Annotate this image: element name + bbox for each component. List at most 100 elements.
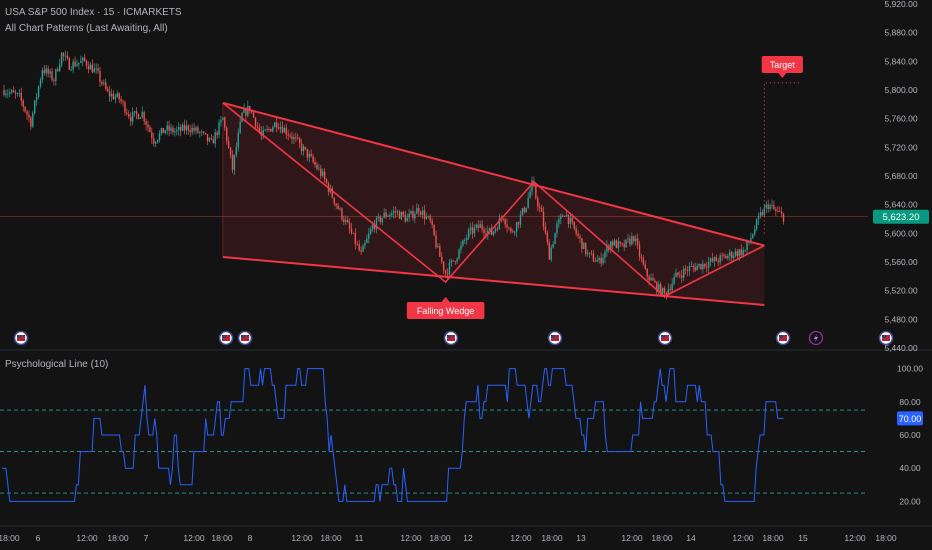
candle-body xyxy=(525,207,527,212)
candle-body xyxy=(544,226,547,233)
candle-body xyxy=(588,252,591,254)
candle-body xyxy=(193,127,195,131)
time-axis[interactable]: 18:00 6 12:00 18:00 7 12:00 18:00 8 12:00 18:00 11… xyxy=(0,533,897,543)
candle-body xyxy=(602,257,604,264)
us-flag-icon xyxy=(775,330,791,346)
candle-body xyxy=(122,101,124,103)
candle-body xyxy=(715,257,718,262)
us-flag-icon xyxy=(218,330,234,346)
candle-body xyxy=(214,132,216,144)
price-axis[interactable]: 5,920.00 5,880.00 5,840.00 5,800.00 5,760.00… xyxy=(873,0,929,353)
candle-body xyxy=(170,127,172,131)
candle-body xyxy=(548,242,550,260)
time-tick-label: 14 xyxy=(686,533,696,543)
candle-body xyxy=(133,111,136,113)
candle-body xyxy=(178,126,180,130)
candle-body xyxy=(734,251,737,256)
candle-body xyxy=(168,125,170,131)
candle-body xyxy=(285,127,287,135)
candle-body xyxy=(53,79,55,81)
candle-body xyxy=(535,186,537,199)
candle-body xyxy=(671,283,673,290)
candle-body xyxy=(485,233,487,235)
candle-body xyxy=(654,280,656,283)
price-tick-label: 5,680.00 xyxy=(884,171,917,181)
price-tick-label: 5,440.00 xyxy=(884,343,917,353)
candle-body xyxy=(619,241,622,244)
candle-body xyxy=(89,64,92,70)
candle-body xyxy=(312,156,314,162)
candle-body xyxy=(625,239,627,248)
candle-body xyxy=(696,265,698,271)
time-tick-label: 18:00 xyxy=(429,533,451,543)
candle-body xyxy=(350,228,353,234)
indicator-line[interactable] xyxy=(2,368,784,502)
psychological-line-title[interactable]: Psychological Line (10) xyxy=(5,359,108,370)
indicator-axis[interactable]: 100.00 80.00 60.00 40.00 20.00 70.00 xyxy=(897,364,923,507)
candle-body xyxy=(185,125,188,131)
candle-body xyxy=(147,124,149,128)
candle-body xyxy=(410,210,412,214)
candle-body xyxy=(690,265,693,267)
candle-body xyxy=(26,111,28,115)
candle-body xyxy=(346,220,349,223)
event-icons[interactable] xyxy=(13,330,894,346)
candle-body xyxy=(153,138,155,144)
candle-body xyxy=(383,212,385,218)
candle-body xyxy=(765,204,767,208)
us-flag-icon-canton xyxy=(222,335,226,338)
indicator-tick-label: 40.00 xyxy=(899,463,921,473)
candle-body xyxy=(47,68,49,74)
candle-body xyxy=(752,234,754,239)
time-tick-label: 7 xyxy=(144,533,149,543)
candle-body xyxy=(126,112,128,115)
candle-body xyxy=(14,92,17,94)
candle-body xyxy=(275,122,278,128)
candle-body xyxy=(404,214,406,222)
candle-body xyxy=(475,224,478,228)
symbol-title[interactable]: USA S&P 500 Index · 15 · ICMARKETS xyxy=(5,7,182,18)
us-flag-icon-canton xyxy=(551,335,555,338)
candle-body xyxy=(431,220,433,225)
candle-body xyxy=(149,127,151,133)
candle-body xyxy=(210,137,213,140)
candle-body xyxy=(777,210,779,212)
candle-body xyxy=(460,245,462,250)
candle-body xyxy=(60,52,63,65)
candle-body xyxy=(481,224,483,230)
candle-body xyxy=(421,210,424,215)
candle-body xyxy=(642,258,645,265)
candle-body xyxy=(702,263,704,269)
chart-root: Falling Wedge Target 5,920.00 5,880.00 5,84… xyxy=(0,0,932,550)
candle-body xyxy=(396,211,399,213)
us-flag-icon xyxy=(443,330,459,346)
time-tick-label: 12:00 xyxy=(400,533,422,543)
candle-body xyxy=(10,90,13,93)
time-tick-label: 12:00 xyxy=(621,533,643,543)
candle-body xyxy=(58,64,61,71)
candle-body xyxy=(521,208,524,215)
indicator-title[interactable]: All Chart Patterns (Last Awaiting, All) xyxy=(5,23,168,34)
candle-body xyxy=(575,228,577,234)
candle-body xyxy=(629,238,631,245)
chart-svg: Falling Wedge Target 5,920.00 5,880.00 5,84… xyxy=(0,0,932,543)
candle-body xyxy=(631,236,633,245)
candle-body xyxy=(220,120,222,123)
candle-body xyxy=(283,127,286,133)
candle-body xyxy=(479,224,481,228)
candle-body xyxy=(57,69,59,71)
candle-body xyxy=(640,256,643,259)
lightning-icon xyxy=(808,330,824,346)
candle-body xyxy=(746,242,748,250)
candle-body xyxy=(581,238,583,249)
candle-body xyxy=(775,209,777,211)
candle-body xyxy=(648,276,650,281)
candle-body xyxy=(314,161,316,165)
candle-body xyxy=(264,129,266,131)
price-tick-label: 5,600.00 xyxy=(884,228,917,238)
candle-body xyxy=(247,105,249,116)
us-flag-icon xyxy=(13,330,29,346)
candle-body xyxy=(554,233,556,244)
candle-body xyxy=(506,224,508,228)
candle-body xyxy=(681,275,683,278)
